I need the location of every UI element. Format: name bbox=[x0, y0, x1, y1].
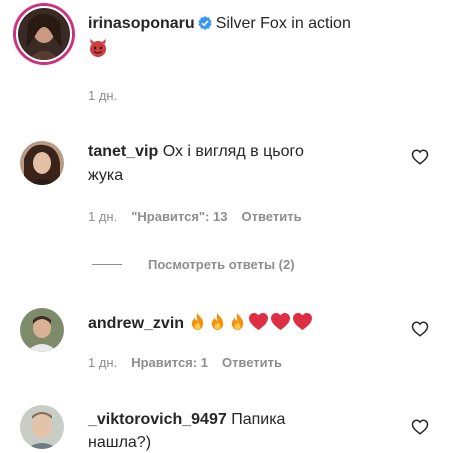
comment-text-1: tanet_vip Ох і вигляд в цього bbox=[88, 141, 304, 163]
fire-icon bbox=[212, 312, 224, 331]
avatar-photo bbox=[18, 8, 70, 60]
comment-text-3-line2: нашла?) bbox=[88, 432, 151, 453]
verified-badge-icon bbox=[198, 16, 212, 30]
caption-text: irinasoponaru Silver Fox in action bbox=[88, 13, 351, 35]
comment-message-cont: жука bbox=[88, 167, 124, 184]
comment-text-2: andrew_zvin bbox=[88, 312, 314, 338]
like-heart-icon[interactable] bbox=[411, 148, 429, 166]
comment-meta-2: 1 дн. Нравится: 1 Ответить bbox=[88, 355, 282, 371]
comment-avatar-tanet-vip[interactable] bbox=[20, 141, 64, 185]
comment-message: Папика bbox=[231, 411, 286, 428]
red-heart-icon bbox=[271, 312, 291, 331]
red-heart-icon bbox=[249, 312, 269, 331]
comment-message: Ох і вигляд в цього bbox=[162, 143, 304, 160]
comment-likes-count[interactable]: Нравится: 1 bbox=[131, 355, 208, 371]
view-replies-label: Посмотреть ответы (2) bbox=[148, 257, 295, 272]
comment-avatar-viktorovich-9497[interactable] bbox=[20, 405, 64, 449]
red-heart-icon bbox=[293, 312, 313, 331]
comments-panel: irinasoponaru Silver Fox in action 1 дн. … bbox=[0, 0, 450, 453]
replies-divider bbox=[92, 264, 122, 265]
fire-icon bbox=[192, 312, 204, 331]
like-heart-icon[interactable] bbox=[411, 418, 429, 436]
comment-avatar-andrew-zvin[interactable] bbox=[20, 308, 64, 352]
comment-username[interactable]: _viktorovich_9497 bbox=[88, 411, 227, 428]
avatar-photo bbox=[20, 141, 64, 185]
comment-time[interactable]: 1 дн. bbox=[88, 355, 117, 371]
comment-username[interactable]: andrew_zvin bbox=[88, 315, 184, 332]
caption-username[interactable]: irinasoponaru bbox=[88, 15, 195, 32]
comment-time[interactable]: 1 дн. bbox=[88, 209, 117, 225]
avatar-photo bbox=[20, 308, 64, 352]
comment-text-1-line2: жука bbox=[88, 165, 123, 187]
caption-meta: 1 дн. bbox=[88, 88, 117, 104]
like-heart-icon[interactable] bbox=[411, 320, 429, 338]
comment-meta-1: 1 дн. "Нравится": 13 Ответить bbox=[88, 209, 302, 225]
caption-avatar[interactable] bbox=[16, 6, 72, 62]
reply-button[interactable]: Ответить bbox=[242, 209, 302, 225]
view-replies-button[interactable]: Посмотреть ответы (2) bbox=[92, 257, 295, 272]
fire-icon bbox=[232, 312, 244, 331]
caption-message: Silver Fox in action bbox=[215, 15, 351, 32]
caption-time[interactable]: 1 дн. bbox=[88, 88, 117, 104]
reply-button[interactable]: Ответить bbox=[222, 355, 282, 371]
devil-emoji-icon bbox=[88, 38, 108, 63]
comment-likes-count[interactable]: "Нравится": 13 bbox=[131, 209, 227, 225]
comment-username[interactable]: tanet_vip bbox=[88, 143, 158, 160]
comment-message-cont: нашла?) bbox=[88, 434, 152, 451]
avatar-photo bbox=[20, 405, 64, 449]
comment-emoji-row bbox=[188, 312, 314, 338]
comment-text-3: _viktorovich_9497 Папика bbox=[88, 409, 285, 431]
